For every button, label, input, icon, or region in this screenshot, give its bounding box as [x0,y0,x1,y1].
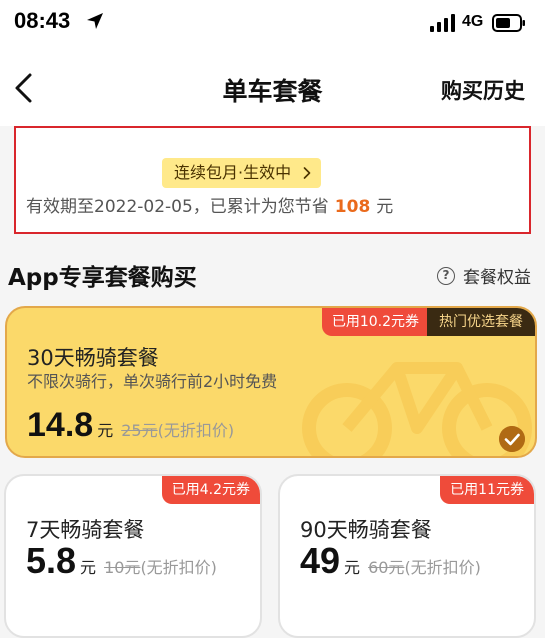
nav-bar: 单车套餐 购买历史 [0,48,545,126]
validity-text: 有效期至2022-02-05，已累计为您节省 [26,197,329,217]
plan-price: 49 [300,540,341,581]
hot-plan-badge: 热门优选套餐 [427,308,535,336]
plan-card-30-day[interactable]: 已用10.2元券 热门优选套餐 30天畅骑套餐 不限次骑行，单次骑行前2小时免费… [5,306,537,458]
plan-benefits-link[interactable]: ? 套餐权益 [437,263,531,288]
price-row: 14.8 元 25元(无折扣价) [27,406,234,445]
status-bar: 08:43 4G [0,0,545,48]
coupon-badge: 已用4.2元券 [161,476,260,504]
price-unit: 元 [97,421,114,440]
price-row: 5.8 元 10元(无折扣价) [26,540,217,582]
battery-icon [492,14,525,32]
coupon-badge: 已用11元券 [440,476,534,504]
network-type: 4G [462,13,484,30]
status-tag-label: 连续包月·生效中 [174,163,292,182]
plan-card-7-day[interactable]: 已用4.2元券 7天畅骑套餐 5.8 元 10元(无折扣价) [4,474,262,638]
plan-card-90-day[interactable]: 已用11元券 90天畅骑套餐 49 元 60元(无折扣价) [278,474,536,638]
original-price: 10元(无折扣价) [104,558,217,577]
original-price-value: 60元 [368,558,405,577]
original-price-note: (无折扣价) [157,421,235,440]
plan-price: 5.8 [26,540,77,581]
chevron-right-icon [303,167,311,179]
price-unit: 元 [344,558,361,577]
plan-price: 14.8 [27,406,94,444]
original-price: 25元(无折扣价) [121,421,234,440]
plan-benefits-label: 套餐权益 [463,268,531,288]
coupon-badge: 已用10.2元券 [321,308,429,336]
original-price-value: 25元 [121,421,158,440]
check-icon [499,426,525,452]
location-arrow-icon [87,13,103,29]
price-unit: 元 [80,558,97,577]
validity-line: 有效期至2022-02-05，已累计为您节省 108 元 [26,192,393,217]
original-price: 60元(无折扣价) [368,558,481,577]
status-time: 08:43 [14,8,71,33]
saved-amount: 108 [334,197,371,217]
section-title: App专享套餐购买 [8,265,197,291]
help-icon: ? [437,266,455,285]
purchase-history-link[interactable]: 购买历史 [441,75,525,105]
membership-status-panel: 连续包月·生效中 有效期至2022-02-05，已累计为您节省 108 元 [14,126,531,234]
original-price-note: (无折扣价) [140,558,217,577]
saved-unit: 元 [376,197,394,217]
original-price-value: 10元 [104,558,141,577]
price-row: 49 元 60元(无折扣价) [300,540,481,582]
plan-description: 不限次骑行，单次骑行前2小时免费 [27,372,278,391]
membership-status-tag[interactable]: 连续包月·生效中 [162,158,322,188]
original-price-note: (无折扣价) [404,558,481,577]
signal-icon [430,14,455,32]
